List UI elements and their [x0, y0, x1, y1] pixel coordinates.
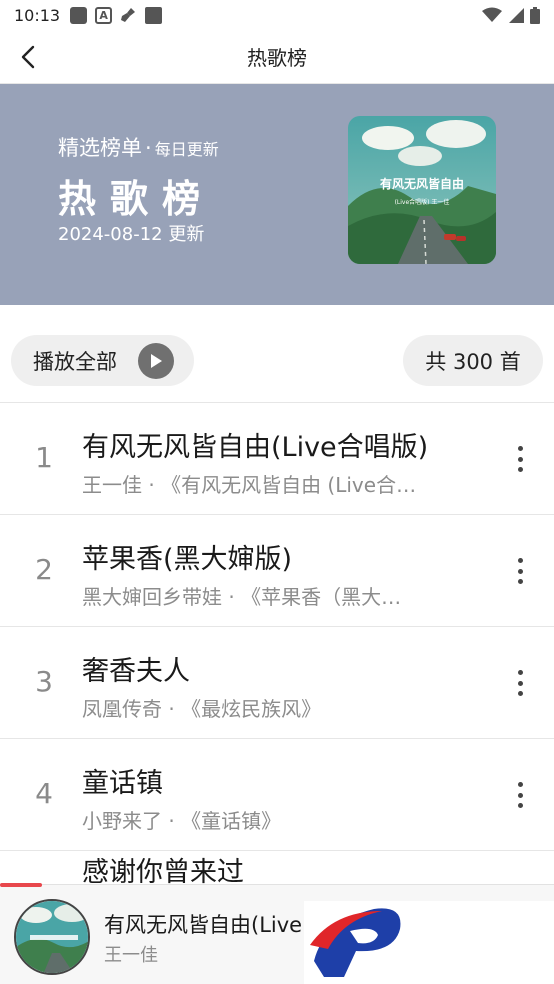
song-index: 4 — [35, 777, 53, 810]
banner-date: 2024-08-12 更新 — [58, 224, 205, 245]
status-bar: 10:13 A — [0, 0, 554, 30]
banner-subtitle-main: 精选榜单 — [58, 136, 142, 160]
song-meta: 凤凰传奇 · 《最炫民族风》 — [82, 697, 322, 721]
song-meta: 王一佳 · 《有风无风皆自由 (Live合… — [82, 473, 417, 497]
more-dot — [517, 568, 523, 574]
battery-icon — [530, 6, 540, 24]
song-title: 有风无风皆自由(Live合唱版) — [82, 432, 429, 463]
page-title: 热歌榜 — [247, 46, 307, 70]
more-dot — [517, 691, 523, 696]
wifi-icon — [482, 7, 502, 22]
player-cover-image[interactable] — [14, 899, 90, 975]
song-row[interactable]: 2 苹果香(黑大婶版) 黑大婶回乡带娃 · 《苹果香（黑大… — [0, 515, 554, 627]
watermark-logo — [304, 901, 554, 984]
more-dot — [517, 670, 523, 675]
play-all-label: 播放全部 — [33, 349, 117, 374]
banner-title: 热歌榜 — [58, 177, 215, 221]
chart-banner: 精选榜单 · 每日更新 热歌榜 2024-08-12 更新 有风无风皆自由 (L… — [0, 84, 554, 305]
song-row[interactable]: 1 有风无风皆自由(Live合唱版) 王一佳 · 《有风无风皆自由 (Live合… — [0, 403, 554, 515]
more-dot — [517, 446, 523, 451]
back-button[interactable] — [14, 42, 42, 72]
chart-cover-image[interactable]: 有风无风皆自由 (Live合唱版) 王一佳 — [348, 116, 496, 264]
banner-dot: · — [145, 136, 152, 160]
more-options-button[interactable] — [506, 779, 534, 811]
more-options-button[interactable] — [506, 555, 534, 587]
banner-subtitle: 精选榜单 · 每日更新 — [58, 132, 219, 162]
song-row[interactable]: 4 童话镇 小野来了 · 《童话镇》 — [0, 739, 554, 851]
player-title: 有风无风皆自由(Live — [104, 913, 303, 937]
song-list: 1 有风无风皆自由(Live合唱版) 王一佳 · 《有风无风皆自由 (Live合… — [0, 402, 554, 851]
app-header: 热歌榜 — [0, 30, 554, 84]
banner-subtitle-small: 每日更新 — [154, 140, 219, 159]
total-count-badge: 共 300 首 — [403, 335, 543, 386]
more-dot — [517, 456, 523, 462]
song-index: 3 — [35, 665, 53, 698]
play-icon — [138, 343, 174, 379]
chevron-left-icon — [21, 45, 35, 69]
song-row[interactable]: 3 奢香夫人 凤凰传奇 · 《最炫民族风》 — [0, 627, 554, 739]
more-dot — [517, 680, 523, 686]
broom-icon — [120, 7, 137, 24]
signal-icon — [509, 8, 524, 23]
play-all-button[interactable]: 播放全部 — [11, 335, 194, 386]
mini-player[interactable]: 有风无风皆自由(Live 王一佳 — [0, 883, 554, 984]
player-artist: 王一佳 — [104, 945, 158, 966]
more-options-button[interactable] — [506, 667, 534, 699]
message-icon — [70, 6, 88, 24]
more-dot — [517, 579, 523, 584]
song-index: 2 — [35, 553, 53, 586]
song-meta: 黑大婶回乡带娃 · 《苹果香（黑大… — [82, 585, 402, 609]
song-title: 苹果香(黑大婶版) — [82, 544, 293, 575]
more-dot — [517, 782, 523, 787]
more-dot — [517, 803, 523, 808]
cover-text: 有风无风皆自由 — [380, 176, 464, 191]
song-title: 童话镇 — [82, 768, 163, 799]
a-icon: A — [95, 6, 113, 24]
song-index: 1 — [35, 441, 53, 474]
song-meta: 小野来了 · 《童话镇》 — [82, 809, 282, 833]
playback-progress[interactable] — [0, 883, 42, 887]
status-time: 10:13 — [14, 5, 61, 25]
song-title: 奢香夫人 — [82, 656, 190, 687]
square-icon — [145, 6, 163, 24]
more-options-button[interactable] — [506, 443, 534, 475]
cover-subtext: (Live合唱版) 王一佳 — [395, 198, 450, 206]
more-dot — [517, 792, 523, 798]
more-dot — [517, 467, 523, 472]
more-dot — [517, 558, 523, 563]
